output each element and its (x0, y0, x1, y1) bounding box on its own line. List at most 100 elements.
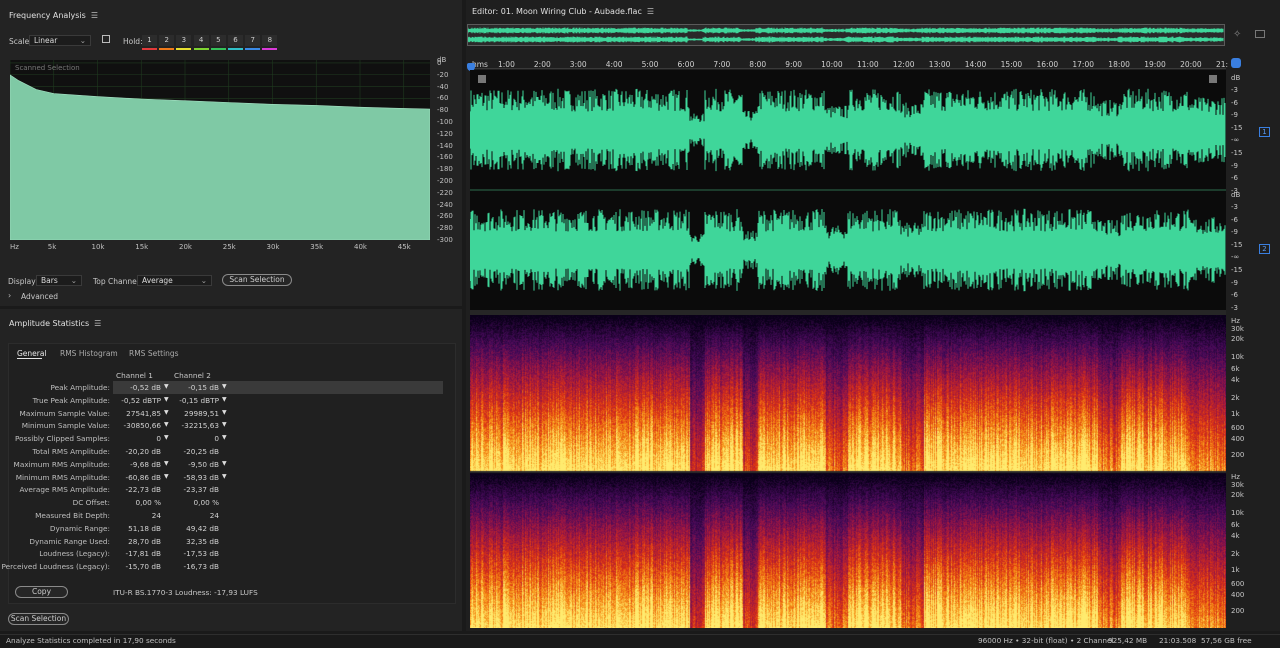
hold-button-8[interactable]: 8 (262, 35, 278, 50)
hold-button-6[interactable]: 6 (228, 35, 243, 50)
hold-button-7[interactable]: 7 (245, 35, 261, 50)
stats-label: Measured Bit Depth: (35, 511, 110, 520)
chevron-down-icon: ⌄ (200, 276, 207, 285)
db-unit-label: dB (1231, 74, 1241, 82)
hold-color-swatch (142, 48, 157, 50)
top-channel-value: Average (142, 276, 173, 285)
hz-tick-label: 400 (1231, 435, 1245, 443)
marker-icon[interactable]: ▼ (222, 409, 227, 416)
stats-value-channel-2: -58,93 dB (183, 472, 219, 482)
hold-button-label: 8 (267, 36, 273, 44)
marker-icon[interactable]: ▼ (222, 460, 227, 467)
db-tick-label: -6 (1231, 291, 1238, 300)
hold-button-3[interactable]: 3 (176, 35, 192, 50)
stats-label: Minimum Sample Value: (21, 421, 110, 431)
panel-menu-icon[interactable]: ☰ (647, 7, 654, 16)
tab-rms-settings[interactable]: RMS Settings (129, 349, 179, 358)
stats-row: Peak Amplitude: -0,52 dB -0,15 dB ▼ ▼ (3, 381, 443, 394)
marker-icon[interactable]: ▼ (164, 396, 169, 403)
advanced-toggle[interactable]: Advanced (21, 292, 58, 301)
hz-tick-label: 6k (1231, 365, 1240, 373)
display-select[interactable]: Bars ⌄ (36, 275, 82, 286)
hz-tick-label: 4k (1231, 376, 1240, 384)
stats-row: Maximum Sample Value: 27541,85 29989,51 ▼ ▼ (3, 407, 443, 420)
top-channel-select[interactable]: Average ⌄ (137, 275, 212, 286)
channel-1-badge[interactable]: 1 (1259, 127, 1270, 137)
stats-label: Maximum RMS Amplitude: (13, 459, 110, 469)
hz-tick-label: 2k (1231, 550, 1240, 558)
marker-icon[interactable]: ▼ (164, 409, 169, 416)
stats-table: Peak Amplitude: -0,52 dB -0,15 dB ▼ ▼ True Pe… (2, 381, 445, 576)
display-label: Display: (8, 277, 38, 286)
overview-waveform (468, 27, 1224, 43)
hold-label: Hold: (123, 37, 143, 46)
marker-icon[interactable]: ▼ (222, 473, 227, 480)
stats-value-channel-2: 0,00 % (193, 498, 220, 508)
panel-menu-icon[interactable]: ☰ (91, 11, 98, 20)
scale-value: Linear (34, 36, 58, 45)
amplitude-statistics-title: Amplitude Statistics (9, 319, 90, 328)
stats-value-channel-1: 51,18 dB (128, 523, 161, 533)
scan-selection-button-2[interactable]: Scan Selection (8, 613, 69, 625)
marker-icon[interactable]: ▼ (164, 383, 169, 390)
x-tick-label: 30k (266, 243, 280, 251)
ruler-tick-label: 6:00 (677, 60, 695, 69)
scale-select[interactable]: Linear ⌄ (29, 35, 91, 46)
chevron-right-icon[interactable]: › (8, 291, 11, 300)
marker-icon[interactable]: ▼ (164, 421, 169, 428)
fade-out-handle[interactable] (1209, 75, 1217, 83)
ruler-tick-label: 9:00 (785, 60, 803, 69)
window-icon[interactable] (1255, 30, 1265, 38)
hold-button-2[interactable]: 2 (159, 35, 175, 50)
x-tick-label: 5k (47, 243, 57, 251)
channel-2-badge[interactable]: 2 (1259, 244, 1270, 254)
y-tick-label: -140 (437, 141, 453, 150)
marker-icon[interactable]: ▼ (222, 421, 227, 428)
panel-menu-icon[interactable]: ☰ (94, 319, 101, 328)
hold-color-swatch (193, 48, 209, 50)
status-message: Analyze Statistics completed in 17,90 se… (6, 636, 176, 645)
marker-icon[interactable]: ▼ (222, 434, 227, 441)
hz-tick-label: 4k (1231, 532, 1240, 540)
stats-value-channel-1: 27541,85 (126, 408, 161, 418)
hz-tick-label: 20k (1231, 491, 1244, 499)
top-channel-label: Top Channel: (93, 277, 142, 286)
marker-icon[interactable]: ▼ (222, 383, 227, 390)
hz-tick-label: 20k (1231, 335, 1244, 343)
db-tick-label: -9 (1231, 278, 1238, 287)
hold-button-1[interactable]: 1 (142, 35, 157, 50)
waveform-view[interactable] (470, 70, 1226, 310)
y-tick-label: -200 (437, 176, 453, 185)
stats-value-channel-1: 0,00 % (135, 498, 162, 508)
db-tick-label: -6 (1231, 98, 1238, 107)
y-tick-label: -40 (437, 82, 449, 91)
x-tick-label: 35k (310, 243, 324, 251)
hz-unit-label: Hz (1231, 473, 1240, 481)
marker-icon[interactable]: ▼ (222, 396, 227, 403)
scan-selection-button[interactable]: Scan Selection (222, 274, 292, 286)
fade-in-handle[interactable] (478, 75, 486, 83)
marker-icon[interactable]: ▼ (164, 434, 169, 441)
marker-icon[interactable]: ▼ (164, 473, 169, 480)
marker-icon[interactable]: ▼ (164, 460, 169, 467)
ruler-tick-label: 4:00 (605, 60, 623, 69)
display-value: Bars (41, 276, 58, 285)
copy-button[interactable]: Copy (15, 586, 68, 598)
x-tick-label: 20k (179, 243, 192, 251)
hz-unit-label: Hz (1231, 317, 1240, 325)
hold-button-4[interactable]: 4 (193, 35, 209, 50)
stats-row: Minimum Sample Value: -30850,66 -32215,63 ▼… (3, 419, 443, 432)
ruler-tick-label: 11:00 (857, 60, 879, 69)
headphones-icon[interactable] (1231, 58, 1241, 68)
stats-label: Minimum RMS Amplitude: (15, 472, 110, 482)
tab-general[interactable]: General (17, 349, 47, 358)
overview-strip[interactable] (467, 24, 1225, 46)
zoom-icon[interactable]: ✧ (1233, 29, 1241, 40)
free-space: 57,56 GB free (1201, 636, 1252, 645)
stats-row: Perceived Loudness (Legacy): -15,70 dB -16… (2, 560, 443, 573)
column-header-channel-1: Channel 1 (116, 371, 153, 380)
spectral-view[interactable] (470, 315, 1226, 628)
tab-rms-histogram[interactable]: RMS Histogram (60, 349, 118, 358)
hold-button-5[interactable]: 5 (210, 35, 226, 50)
lock-icon[interactable] (102, 35, 110, 43)
